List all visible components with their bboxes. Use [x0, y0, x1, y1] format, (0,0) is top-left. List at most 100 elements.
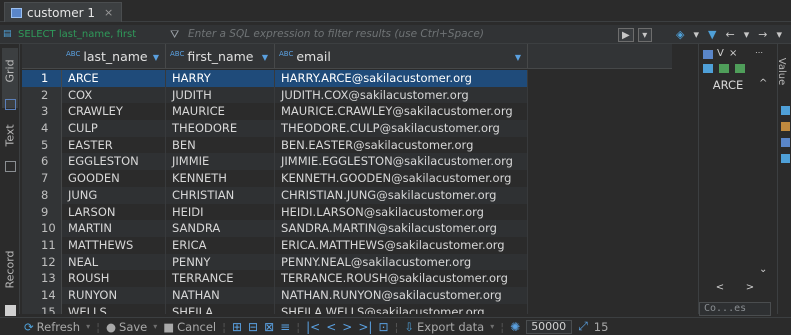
- table-row[interactable]: 5 EASTER BEN BEN.EASTER@sakilacustomer.org: [22, 136, 672, 154]
- cell-email[interactable]: ERICA.MATTHEWS@sakilacustomer.org: [275, 236, 528, 254]
- close-icon[interactable]: ×: [729, 48, 737, 59]
- cell-last-name[interactable]: MATTHEWS: [62, 236, 166, 254]
- cell-last-name[interactable]: ROUSH: [62, 270, 166, 287]
- row-number[interactable]: 11: [22, 236, 62, 254]
- save-value-icon[interactable]: [719, 64, 729, 73]
- cell-first-name[interactable]: HARRY: [166, 70, 275, 87]
- table-row[interactable]: 2 COX JUDITH JUDITH.COX@sakilacustomer.org: [22, 86, 672, 104]
- dropdown-icon[interactable]: ▾: [693, 27, 699, 42]
- row-count-icon[interactable]: ⤢: [578, 319, 588, 334]
- row-number[interactable]: 12: [22, 253, 62, 271]
- references-icon[interactable]: [781, 138, 790, 147]
- column-header-first-name[interactable]: ABC first_name ▼: [166, 44, 275, 69]
- cell-email[interactable]: THEODORE.CULP@sakilacustomer.org: [275, 120, 528, 137]
- cell-email[interactable]: CHRISTIAN.JUNG@sakilacustomer.org: [275, 186, 528, 204]
- cell-first-name[interactable]: BEN: [166, 136, 275, 154]
- table-row[interactable]: 1 ARCE HARRY HARRY.ARCE@sakilacustomer.org: [22, 70, 672, 87]
- next-icon[interactable]: >: [746, 282, 754, 296]
- export-data-button[interactable]: ⇩ Export data: [404, 320, 484, 334]
- metadata-icon[interactable]: [781, 106, 790, 115]
- table-row[interactable]: 6 EGGLESTON JIMMIE JIMMIE.EGGLESTON@sakilac…: [22, 153, 672, 171]
- tab-grid[interactable]: Grid: [2, 48, 18, 110]
- cell-first-name[interactable]: JIMMIE: [166, 153, 275, 171]
- first-page-icon[interactable]: |<: [306, 320, 320, 334]
- cell-first-name[interactable]: CHRISTIAN: [166, 186, 275, 204]
- grid-corner[interactable]: [22, 44, 36, 69]
- dropdown-icon[interactable]: ▾: [776, 27, 782, 42]
- save-button[interactable]: ● Save: [106, 320, 147, 334]
- cell-last-name[interactable]: CRAWLEY: [62, 103, 166, 121]
- cell-last-name[interactable]: MARTIN: [62, 220, 166, 237]
- table-row[interactable]: 4 CULP THEODORE THEODORE.CULP@sakilacustome…: [22, 120, 672, 137]
- cell-email[interactable]: PENNY.NEAL@sakilacustomer.org: [275, 253, 528, 271]
- sort-icon[interactable]: ▼: [153, 53, 159, 62]
- cell-last-name[interactable]: ARCE: [62, 70, 166, 87]
- table-row[interactable]: 8 JUNG CHRISTIAN CHRISTIAN.JUNG@sakilacusto…: [22, 186, 672, 204]
- row-number[interactable]: 7: [22, 170, 62, 187]
- fetch-size-input[interactable]: 50000: [526, 319, 573, 334]
- prev-page-icon[interactable]: <: [326, 320, 336, 334]
- fetch-all-icon[interactable]: ⊡: [378, 320, 388, 334]
- cell-first-name[interactable]: TERRANCE: [166, 270, 275, 287]
- table-row[interactable]: 15 WELLS SHEILA SHEILA.WELLS@sakilacustomer…: [22, 303, 672, 314]
- cell-last-name[interactable]: COX: [62, 86, 166, 104]
- add-row-icon[interactable]: ⊞: [232, 320, 242, 334]
- cell-email[interactable]: BEN.EASTER@sakilacustomer.org: [275, 136, 528, 154]
- row-number[interactable]: 1: [22, 70, 62, 87]
- row-number[interactable]: 14: [22, 286, 62, 304]
- cell-first-name[interactable]: THEODORE: [166, 120, 275, 137]
- grouping-icon[interactable]: [781, 154, 790, 163]
- row-number[interactable]: 8: [22, 186, 62, 204]
- cell-first-name[interactable]: ERICA: [166, 236, 275, 254]
- panel-icon[interactable]: [703, 50, 713, 59]
- more-icon[interactable]: ⋯: [755, 48, 763, 57]
- cell-last-name[interactable]: EASTER: [62, 136, 166, 154]
- scroll-down-icon[interactable]: ⌄: [759, 264, 767, 275]
- table-row[interactable]: 9 LARSON HEIDI HEIDI.LARSON@sakilacustomer.…: [22, 203, 672, 221]
- cell-email[interactable]: MAURICE.CRAWLEY@sakilacustomer.org: [275, 103, 528, 121]
- cell-first-name[interactable]: NATHAN: [166, 286, 275, 304]
- cell-email[interactable]: HEIDI.LARSON@sakilacustomer.org: [275, 203, 528, 221]
- export-dropdown[interactable]: ▾: [490, 322, 494, 331]
- refresh-button[interactable]: ⟳ Refresh: [24, 320, 80, 334]
- tab-customer[interactable]: customer 1 ×: [4, 2, 123, 22]
- cell-email[interactable]: TERRANCE.ROUSH@sakilacustomer.org: [275, 270, 528, 287]
- row-number[interactable]: 9: [22, 203, 62, 221]
- row-number[interactable]: 2: [22, 86, 62, 104]
- erase-filter-icon[interactable]: ◈: [676, 27, 684, 42]
- funnel-icon[interactable]: ▼: [708, 27, 716, 42]
- sort-icon[interactable]: ▼: [515, 53, 521, 62]
- row-number[interactable]: 13: [22, 270, 62, 287]
- last-page-icon[interactable]: >|: [358, 320, 372, 334]
- filter-input[interactable]: Enter a SQL expression to filter results…: [186, 27, 606, 42]
- sql-icon[interactable]: ▤: [3, 28, 15, 40]
- format-icon[interactable]: [703, 64, 713, 73]
- table-row[interactable]: 13 ROUSH TERRANCE TERRANCE.ROUSH@sakilacust…: [22, 270, 672, 287]
- cell-first-name[interactable]: KENNETH: [166, 170, 275, 187]
- sort-icon[interactable]: ▼: [262, 53, 268, 62]
- back-icon[interactable]: ←: [725, 27, 734, 42]
- row-number[interactable]: 15: [22, 303, 62, 314]
- cell-last-name[interactable]: NEAL: [62, 253, 166, 271]
- columns-filter-input[interactable]: Co...es: [699, 302, 771, 316]
- cell-first-name[interactable]: PENNY: [166, 253, 275, 271]
- row-number[interactable]: 10: [22, 220, 62, 237]
- cell-email[interactable]: JUDITH.COX@sakilacustomer.org: [275, 86, 528, 104]
- cell-last-name[interactable]: CULP: [62, 120, 166, 137]
- column-header-last-name[interactable]: ABC last_name ▼: [62, 44, 166, 69]
- row-number[interactable]: 5: [22, 136, 62, 154]
- row-number[interactable]: 6: [22, 153, 62, 171]
- row-number[interactable]: 3: [22, 103, 62, 121]
- tab-record[interactable]: Record: [2, 250, 18, 316]
- calc-icon[interactable]: [781, 122, 790, 131]
- forward-icon[interactable]: →: [758, 27, 767, 42]
- cell-email[interactable]: NATHAN.RUNYON@sakilacustomer.org: [275, 286, 528, 304]
- close-icon[interactable]: ×: [104, 6, 113, 19]
- filter-history-dropdown[interactable]: ▾: [637, 27, 652, 42]
- panel-menu-icon[interactable]: V: [717, 48, 724, 59]
- cell-last-name[interactable]: GOODEN: [62, 170, 166, 187]
- sql-query-preview[interactable]: SELECT last_name, first: [18, 28, 168, 41]
- cell-email[interactable]: SHEILA.WELLS@sakilacustomer.org: [275, 303, 528, 314]
- prev-icon[interactable]: <: [716, 282, 724, 296]
- cell-last-name[interactable]: RUNYON: [62, 286, 166, 304]
